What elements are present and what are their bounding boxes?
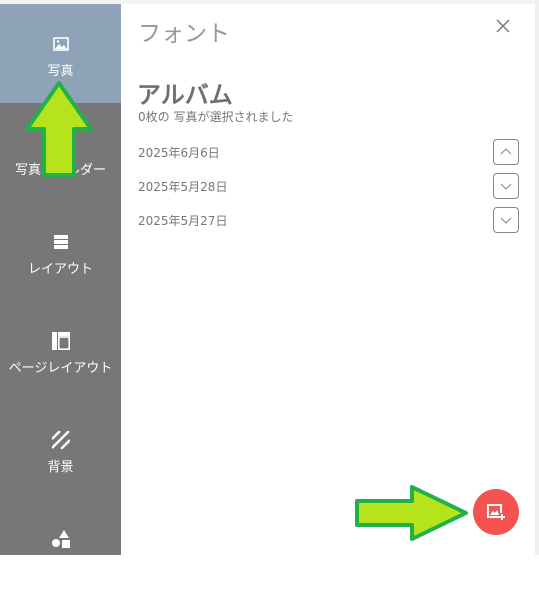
sidebar-item-label: 写真 bbox=[47, 64, 74, 79]
sidebar-item-photo-folder[interactable]: 写真フォルダー bbox=[0, 103, 121, 202]
expand-button[interactable] bbox=[493, 207, 519, 233]
date-label: 2025年5月27日 bbox=[138, 214, 228, 228]
close-icon bbox=[496, 19, 510, 33]
sidebar-item-page-layout[interactable]: ページレイアウト bbox=[0, 301, 121, 400]
sidebar-item-label: ページレイアウト bbox=[8, 361, 113, 376]
chevron-down-icon bbox=[500, 183, 512, 190]
image-icon bbox=[0, 34, 121, 54]
date-label: 2025年5月28日 bbox=[138, 180, 228, 194]
add-image-icon bbox=[487, 504, 505, 520]
date-label: 2025年6月6日 bbox=[138, 146, 220, 160]
sidebar-item-label: レイアウト bbox=[27, 262, 93, 277]
scrollbar[interactable] bbox=[535, 0, 539, 555]
sidebar-item-background[interactable]: 背景 bbox=[0, 400, 121, 499]
panel-title: フォント bbox=[138, 21, 230, 47]
close-button[interactable] bbox=[493, 16, 513, 36]
add-photo-button[interactable] bbox=[473, 489, 519, 535]
date-group: 2025年5月28日 bbox=[138, 173, 519, 199]
collapse-button[interactable] bbox=[493, 139, 519, 165]
shapes-icon bbox=[0, 529, 121, 549]
sidebar-item-shapes[interactable] bbox=[0, 499, 121, 598]
chevron-up-icon bbox=[500, 148, 512, 155]
album-title: アルバム bbox=[137, 81, 233, 109]
background-icon bbox=[0, 430, 121, 450]
expand-button[interactable] bbox=[493, 173, 519, 199]
layout-icon bbox=[0, 232, 121, 252]
chevron-down-icon bbox=[500, 217, 512, 224]
panel: フォント アルバム 0枚の 写真が選択されました 2025年6月6日 2025年… bbox=[121, 4, 535, 555]
date-group: 2025年5月27日 bbox=[138, 207, 519, 233]
selection-status: 0枚の 写真が選択されました bbox=[138, 110, 294, 124]
page-layout-icon bbox=[0, 331, 121, 351]
sidebar-item-layout[interactable]: レイアウト bbox=[0, 202, 121, 301]
date-group: 2025年6月6日 bbox=[138, 139, 519, 165]
sidebar-item-label: 背景 bbox=[47, 460, 74, 475]
sidebar-item-photos[interactable]: 写真 bbox=[0, 4, 121, 103]
sidebar: 写真 写真フォルダー レイアウト ページレイアウト 背景 bbox=[0, 4, 121, 555]
sidebar-item-label: 写真フォルダー bbox=[14, 163, 106, 178]
